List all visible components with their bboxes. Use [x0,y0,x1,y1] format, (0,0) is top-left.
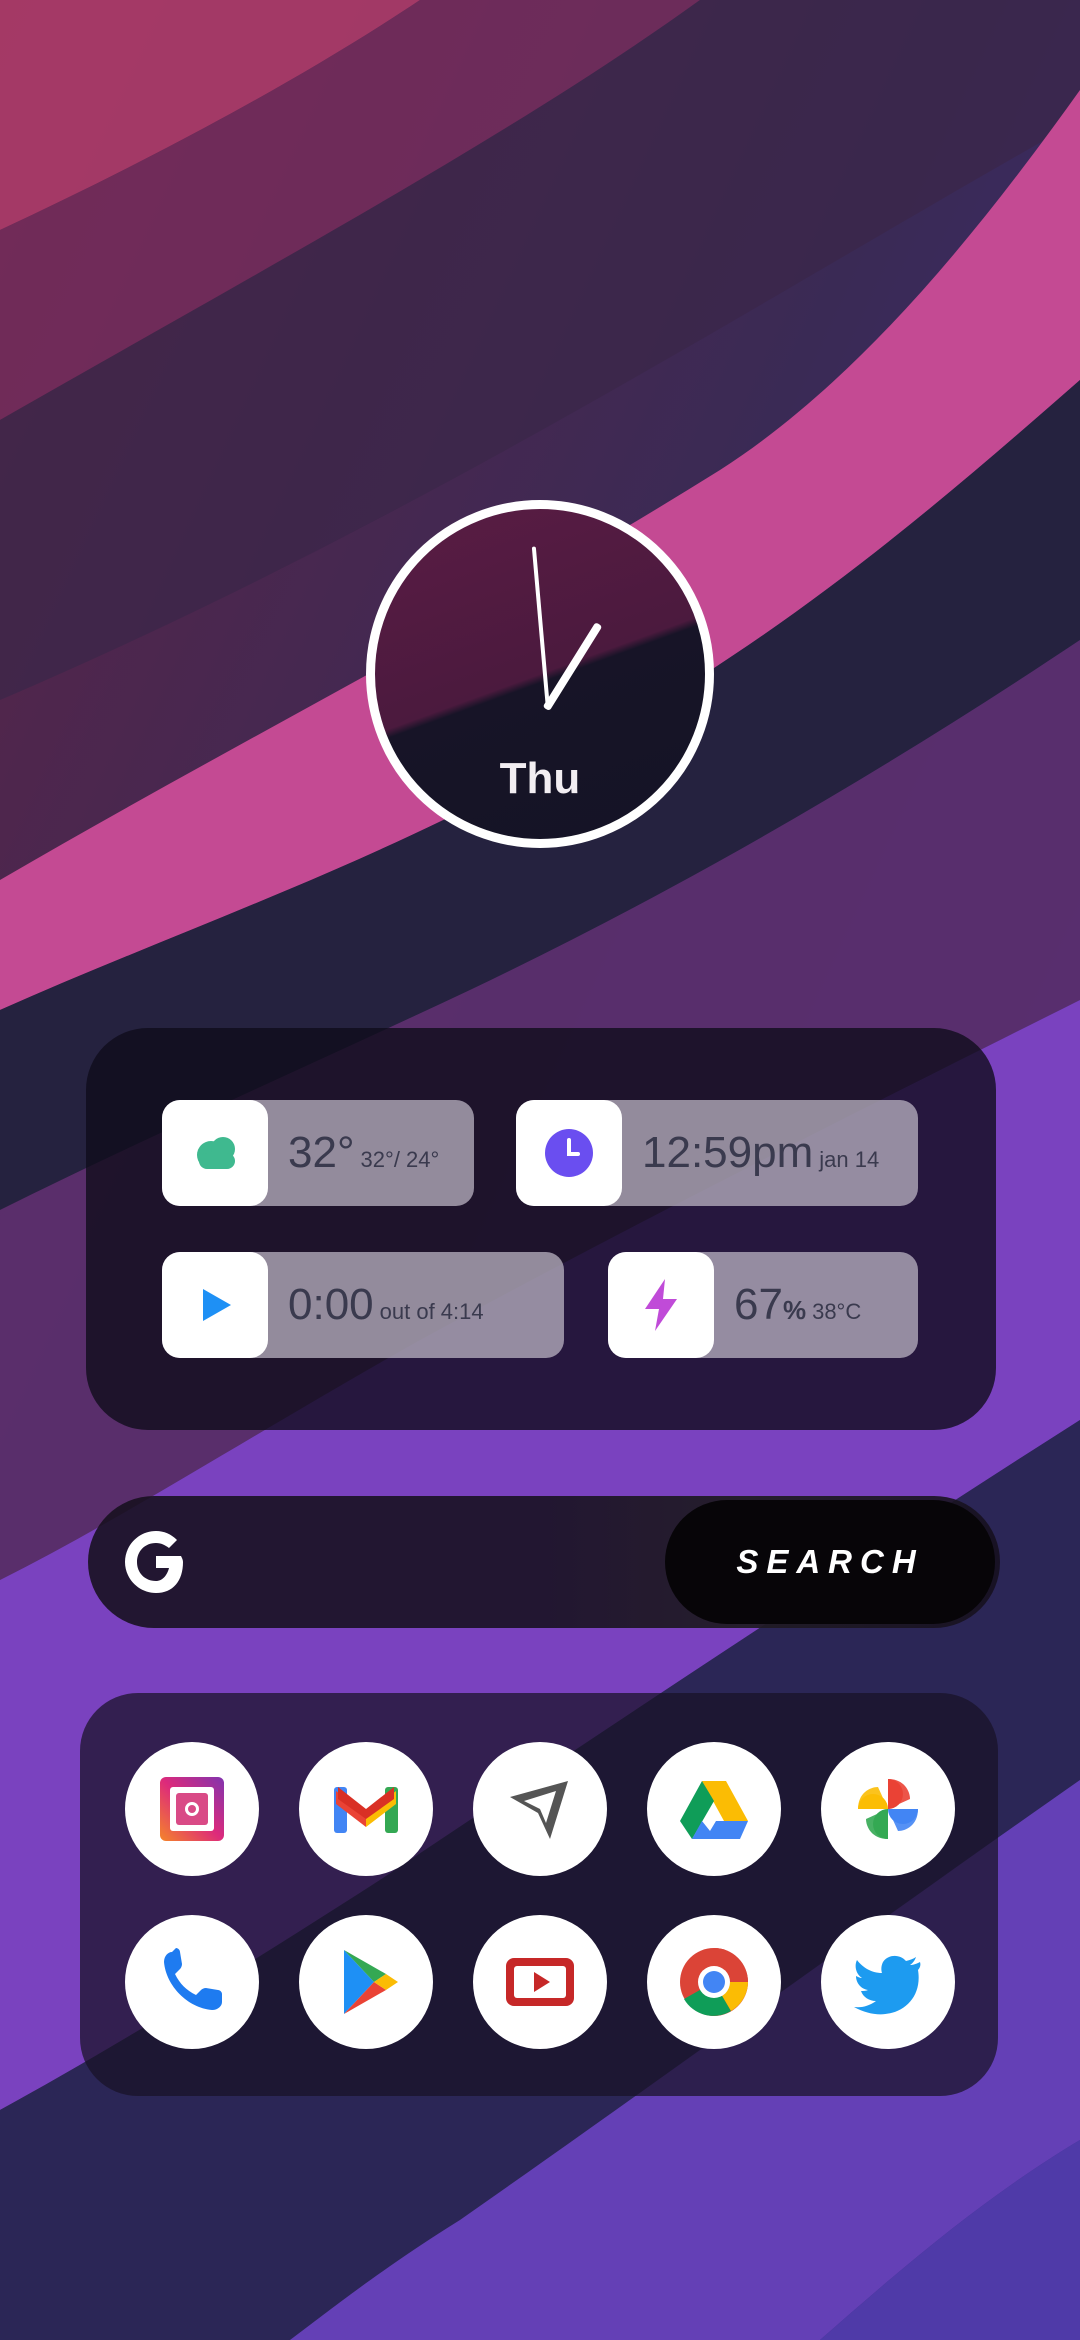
weather-chip[interactable]: 32° 32°/ 24° [162,1100,474,1206]
drive-app[interactable] [647,1742,781,1876]
clock-icon [516,1100,622,1206]
media-position: 0:00 [288,1280,374,1329]
hour-hand [542,622,603,712]
drive-icon [680,1781,748,1839]
battery-temp: 38°C [812,1299,862,1324]
battery-chip[interactable]: 67% 38°C [608,1252,918,1358]
chrome-app[interactable] [647,1915,781,2049]
date-value: jan 14 [819,1147,880,1172]
time-value: 12:59pm [642,1128,814,1177]
send-arrow-icon [510,1781,568,1839]
phone-icon [164,1948,222,2010]
instagram-icon [160,1777,224,1841]
twitter-app[interactable] [821,1915,955,2049]
weather-temp: 32° [288,1128,355,1177]
youtube-app[interactable] [473,1915,607,2049]
weather-range: 32°/ 24° [360,1147,440,1172]
bird-icon [854,1955,921,2015]
media-chip[interactable]: 0:00 out of 4:14 [162,1252,564,1358]
info-widget-panel: 32° 32°/ 24° 12:59pm jan 14 0:00 out of 4:1… [86,1028,996,1430]
play-icon[interactable] [162,1252,268,1358]
play-store-app[interactable] [299,1915,433,2049]
media-duration: out of 4:14 [379,1299,484,1324]
photos-app[interactable] [821,1742,955,1876]
cloud-icon [162,1100,268,1206]
bolt-icon [608,1252,714,1358]
chrome-icon [680,1948,748,2016]
analog-clock-widget[interactable]: Thu [366,500,714,848]
gmail-icon [334,1787,398,1833]
battery-percent: 67 [734,1280,783,1329]
direct-app[interactable] [473,1742,607,1876]
app-dock [80,1693,998,2096]
phone-app[interactable] [125,1915,259,2049]
battery-unit: % [782,1295,807,1325]
google-icon[interactable] [120,1526,192,1598]
play-store-icon [344,1950,398,2014]
instagram-app[interactable] [125,1742,259,1876]
gmail-app[interactable] [299,1742,433,1876]
time-chip[interactable]: 12:59pm jan 14 [516,1100,918,1206]
pinwheel-icon [858,1779,918,1839]
clock-day-label: Thu [499,754,581,803]
search-bar[interactable]: SEARCH [88,1496,1000,1628]
minute-hand [531,546,550,710]
youtube-icon [506,1958,574,2006]
search-button[interactable]: SEARCH [665,1500,995,1624]
search-label: SEARCH [736,1543,924,1580]
